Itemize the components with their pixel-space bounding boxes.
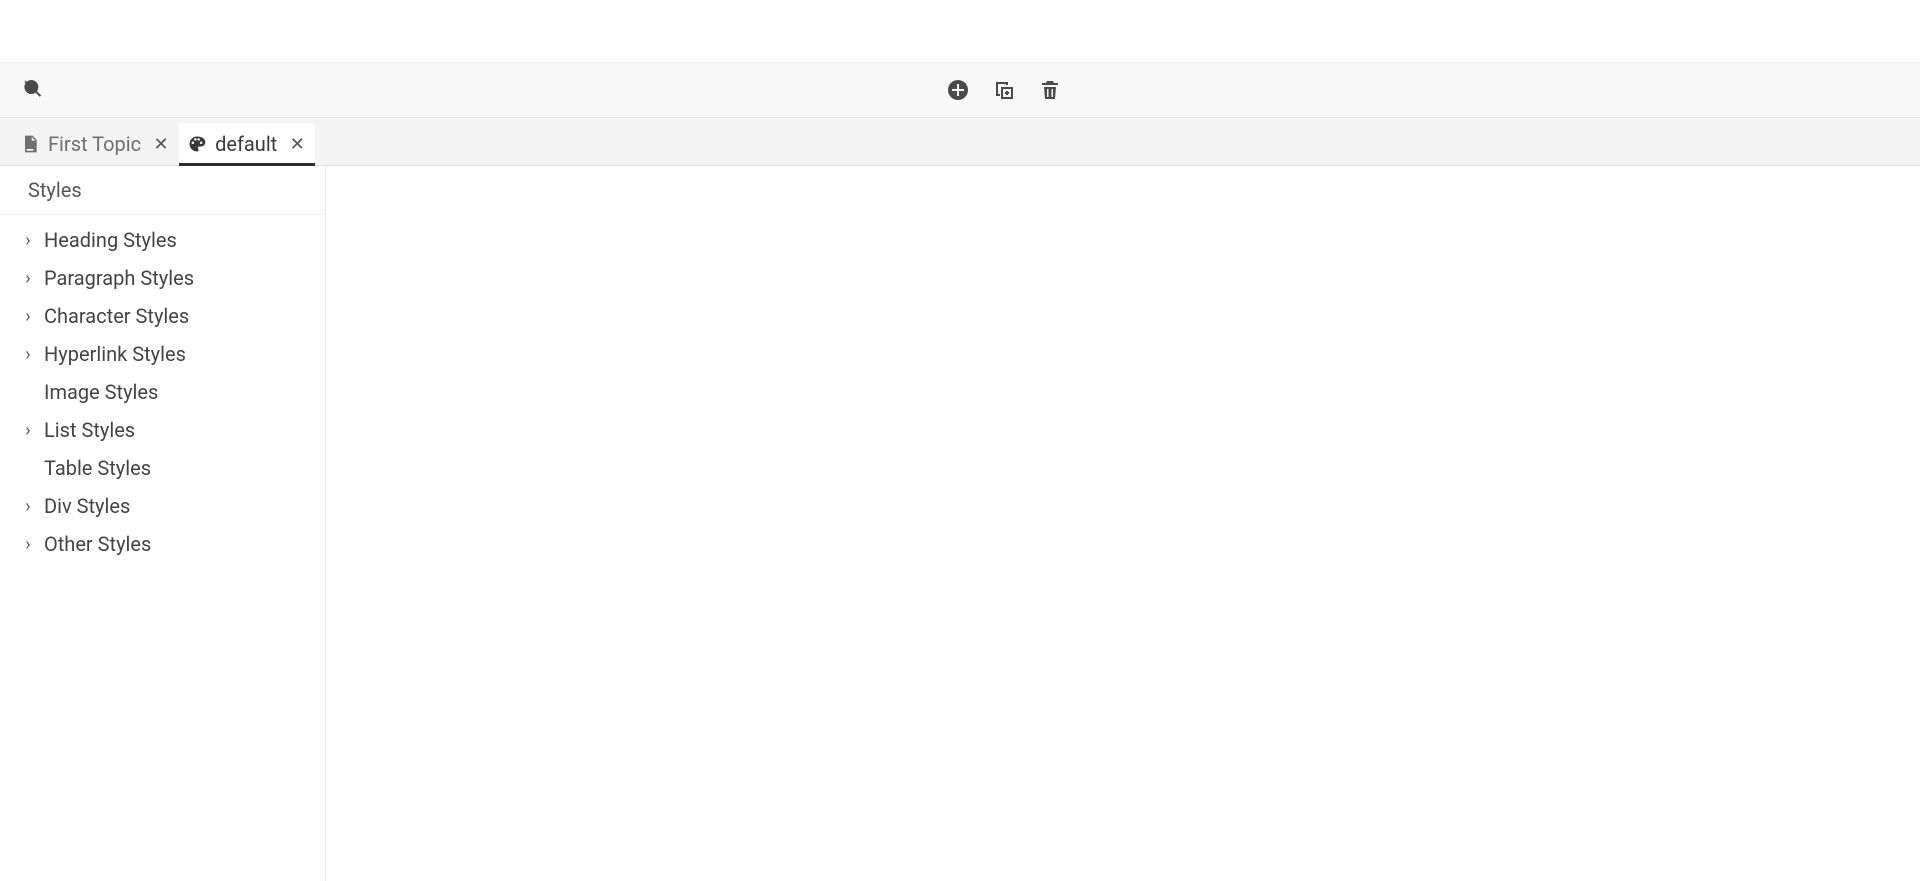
close-icon[interactable]: ✕ — [153, 136, 169, 152]
tab-bar: First Topic ✕ default ✕ — [0, 118, 1920, 166]
chevron-right-icon: › — [18, 420, 38, 441]
tab-default[interactable]: default ✕ — [179, 123, 315, 165]
main-area: Styles › Heading Styles › Paragraph Styl… — [0, 166, 1920, 881]
chevron-right-icon: › — [18, 534, 38, 555]
tab-label: First Topic — [48, 132, 141, 156]
chevron-right-icon: › — [18, 496, 38, 517]
style-item-other[interactable]: › Other Styles — [0, 525, 325, 563]
style-item-label: Table Styles — [44, 456, 151, 480]
style-item-div[interactable]: › Div Styles — [0, 487, 325, 525]
style-item-label: Image Styles — [44, 380, 158, 404]
delete-icon[interactable] — [1038, 78, 1062, 102]
style-item-label: List Styles — [44, 418, 135, 442]
style-item-table[interactable]: › Table Styles — [0, 449, 325, 487]
tab-label: default — [215, 132, 277, 156]
style-item-label: Heading Styles — [44, 228, 177, 252]
style-item-image[interactable]: › Image Styles — [0, 373, 325, 411]
style-item-list[interactable]: › List Styles — [0, 411, 325, 449]
styles-sidebar: Styles › Heading Styles › Paragraph Styl… — [0, 166, 326, 881]
toolbar-left — [22, 78, 46, 102]
duplicate-icon[interactable] — [992, 78, 1016, 102]
toolbar — [0, 62, 1920, 118]
style-item-label: Div Styles — [44, 494, 130, 518]
content-area — [326, 166, 1920, 881]
add-icon[interactable] — [946, 78, 970, 102]
style-item-paragraph[interactable]: › Paragraph Styles — [0, 259, 325, 297]
style-item-label: Hyperlink Styles — [44, 342, 186, 366]
style-item-character[interactable]: › Character Styles — [0, 297, 325, 335]
toolbar-right — [946, 78, 1902, 102]
style-item-label: Other Styles — [44, 532, 151, 556]
close-icon[interactable]: ✕ — [289, 136, 305, 152]
tab-first-topic[interactable]: First Topic ✕ — [12, 123, 179, 165]
top-blank-area — [0, 0, 1920, 62]
style-item-hyperlink[interactable]: › Hyperlink Styles — [0, 335, 325, 373]
search-refresh-icon[interactable] — [22, 78, 46, 102]
style-list: › Heading Styles › Paragraph Styles › Ch… — [0, 215, 325, 569]
style-item-label: Character Styles — [44, 304, 189, 328]
chevron-right-icon: › — [18, 268, 38, 289]
palette-icon — [187, 134, 207, 154]
style-item-heading[interactable]: › Heading Styles — [0, 221, 325, 259]
chevron-right-icon: › — [18, 230, 38, 251]
chevron-right-icon: › — [18, 344, 38, 365]
document-icon — [20, 134, 40, 154]
chevron-right-icon: › — [18, 306, 38, 327]
style-item-label: Paragraph Styles — [44, 266, 194, 290]
sidebar-header: Styles — [0, 166, 325, 215]
